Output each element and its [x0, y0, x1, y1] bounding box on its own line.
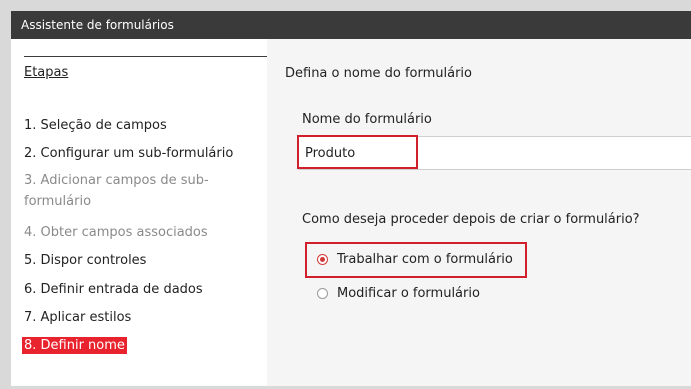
steps-heading: Etapas — [24, 65, 69, 80]
option-modify-form-label: Modificar o formulário — [337, 286, 480, 301]
step-7-apply-styles[interactable]: 7. Aplicar estilos — [24, 310, 131, 325]
option-highlight-box — [305, 242, 527, 278]
main-panel: Defina o nome do formulário Nome do form… — [267, 39, 691, 386]
step-4-get-joined-fields: 4. Obter campos associados — [24, 225, 208, 240]
after-create-question: Como deseja proceder depois de criar o f… — [302, 212, 640, 227]
step-3-add-subform-fields: 3. Adicionar campos de sub-formulário — [24, 173, 209, 209]
steps-pane: Etapas 1. Seleção de campos 2. Configura… — [11, 39, 267, 386]
radio-unselected-icon[interactable] — [317, 288, 328, 299]
form-name-highlight-box — [297, 135, 418, 169]
window-title: Assistente de formulários — [21, 18, 174, 32]
step-2-configure-subform[interactable]: 2. Configurar um sub-formulário — [24, 146, 233, 161]
window-frame-top — [0, 0, 691, 11]
step-6-set-data-entry[interactable]: 6. Definir entrada de dados — [24, 282, 203, 297]
steps-heading-divider — [24, 56, 267, 57]
step-8-set-name[interactable]: 8. Definir nome — [22, 337, 127, 354]
window-frame-left — [0, 0, 11, 389]
option-modify-form[interactable]: Modificar o formulário — [317, 286, 480, 301]
step-5-arrange-controls[interactable]: 5. Dispor controles — [24, 253, 146, 268]
window-titlebar: Assistente de formulários — [11, 11, 691, 39]
form-name-label: Nome do formulário — [302, 112, 432, 127]
panel-title: Defina o nome do formulário — [285, 66, 472, 81]
step-1-field-selection[interactable]: 1. Seleção de campos — [24, 118, 167, 133]
